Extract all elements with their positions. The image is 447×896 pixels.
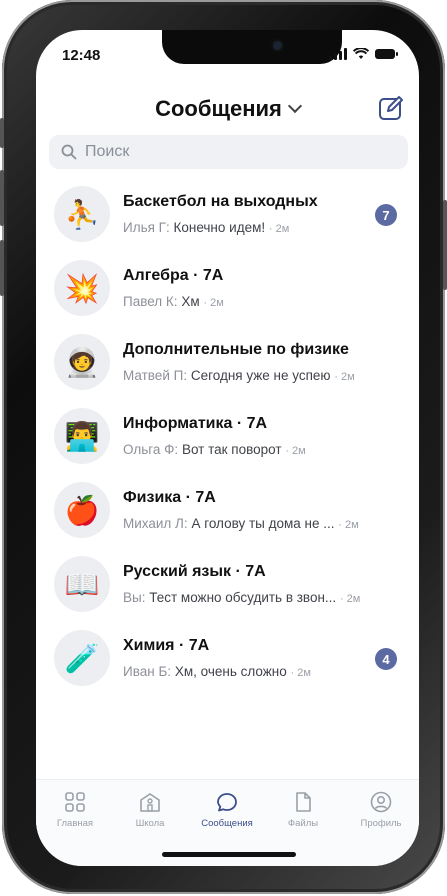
front-camera <box>273 41 282 50</box>
tab-label: Школа <box>135 818 165 829</box>
chat-author: Илья Г: <box>123 220 170 235</box>
explosion-icon: 💥 <box>54 260 110 316</box>
search-bar[interactable] <box>49 135 408 169</box>
volume-down-button <box>0 240 4 296</box>
tab-profile[interactable]: Профиль <box>346 790 416 829</box>
tab-school[interactable]: Школа <box>115 790 185 829</box>
search-icon <box>61 144 77 160</box>
page-title-dropdown[interactable]: Сообщения <box>36 96 419 122</box>
tab-label: Сообщения <box>201 818 253 829</box>
tab-label: Главная <box>56 818 94 829</box>
volume-up-button <box>0 170 4 226</box>
header: Сообщения <box>36 88 419 132</box>
chat-row[interactable]: 🍎 Физика · 7А Михаил Л: А голову ты дома… <box>36 474 419 548</box>
wifi-icon <box>353 48 369 59</box>
chat-message: Хм, очень сложно <box>174 664 287 679</box>
chat-row[interactable]: 👨‍💻 Информатика · 7А Ольга Ф: Вот так по… <box>36 400 419 474</box>
astronaut-icon: 🧑‍🚀 <box>54 334 110 390</box>
home-indicator[interactable] <box>162 852 296 857</box>
chat-name: Русский язык · 7А <box>123 563 266 580</box>
chat-message: Тест можно обсудить в звон... <box>149 590 337 605</box>
chat-list: ⛹ Баскетбол на выходных Илья Г: Конечно … <box>36 178 419 696</box>
chat-time: · 2м <box>285 445 306 457</box>
chat-name: Информатика · 7А <box>123 415 268 432</box>
file-icon <box>296 792 311 812</box>
chat-time: · 2м <box>268 223 290 235</box>
profile-icon <box>370 791 392 813</box>
unread-badge: 7 <box>375 204 397 226</box>
grid-icon <box>65 792 85 812</box>
basketball-player-icon: ⛹ <box>54 186 110 242</box>
chat-preview: Вы: Тест можно обсудить в звон... · 2м <box>123 590 360 605</box>
school-icon <box>140 793 160 812</box>
chat-message: Хм <box>181 294 200 309</box>
tab-messages[interactable]: Сообщения <box>192 790 262 829</box>
chat-name: Баскетбол на выходных <box>123 193 318 210</box>
chat-author: Вы: <box>123 590 146 605</box>
chat-bubble-icon <box>217 793 237 812</box>
chat-author: Михаил Л: <box>123 516 188 531</box>
phone-frame: 12:48 Сообщения Поиск ⛹ Баскетбол на вых… <box>0 0 447 894</box>
chat-author: Павел К: <box>123 294 178 309</box>
compose-icon[interactable] <box>377 94 405 122</box>
chat-row[interactable]: 🧑‍🚀 Дополнительные по физике Матвей П: С… <box>36 326 419 400</box>
power-button <box>443 200 447 290</box>
chat-name: Физика · 7А <box>123 489 216 506</box>
chevron-down-icon <box>287 98 302 114</box>
chat-name: Химия · 7А <box>123 637 210 654</box>
chat-preview: Павел К: Хм · 2м <box>123 294 224 309</box>
battery-icon <box>375 49 398 59</box>
mute-switch <box>0 118 4 148</box>
page-title: Сообщения <box>155 96 282 121</box>
chat-message: Вот так поворот <box>181 442 282 457</box>
screen: 12:48 Сообщения Поиск ⛹ Баскетбол на вых… <box>36 30 419 866</box>
tab-home[interactable]: Главная <box>40 790 110 829</box>
chat-message: Сегодня уже не успею <box>190 368 331 383</box>
signal-icon <box>329 48 347 60</box>
chat-preview: Ольга Ф: Вот так поворот · 2м <box>123 442 306 457</box>
chat-preview: Илья Г: Конечно идем! · 2м <box>123 220 289 235</box>
chat-message: А голову ты дома не ... <box>191 516 335 531</box>
chat-time: · 2м <box>338 519 359 531</box>
chat-row[interactable]: 💥 Алгебра · 7А Павел К: Хм · 2м <box>36 252 419 326</box>
chat-preview: Иван Б: Хм, очень сложно · 2м <box>123 664 311 679</box>
chat-preview: Михаил Л: А голову ты дома не ... · 2м <box>123 516 359 531</box>
chat-row[interactable]: 📖 Русский язык · 7А Вы: Тест можно обсуд… <box>36 548 419 622</box>
test-tube-icon: 🧪 <box>54 630 110 686</box>
chat-time: · 2м <box>203 297 224 309</box>
technologist-icon: 👨‍💻 <box>54 408 110 464</box>
unread-badge: 4 <box>375 648 397 670</box>
chat-row[interactable]: 🧪 Химия · 7А Иван Б: Хм, очень сложно · … <box>36 622 419 696</box>
tab-label: Профиль <box>360 818 402 829</box>
tab-label: Файлы <box>287 818 319 829</box>
chat-author: Ольга Ф: <box>123 442 179 457</box>
chat-time: · 2м <box>339 593 361 605</box>
chat-name: Дополнительные по физике <box>123 341 349 358</box>
chat-preview: Матвей П: Сегодня уже не успею · 2м <box>123 368 355 383</box>
chat-author: Иван Б: <box>123 664 172 679</box>
chat-row[interactable]: ⛹ Баскетбол на выходных Илья Г: Конечно … <box>36 178 419 252</box>
search-input[interactable] <box>83 142 387 162</box>
chat-time: · 2м <box>334 371 355 383</box>
open-book-icon: 📖 <box>54 556 110 612</box>
chat-author: Матвей П: <box>123 368 188 383</box>
status-time: 12:48 <box>62 47 101 64</box>
apple-icon: 🍎 <box>54 482 110 538</box>
chat-message: Конечно идем! <box>173 220 266 235</box>
status-icons <box>329 48 398 60</box>
tab-files[interactable]: Файлы <box>268 790 338 829</box>
chat-time: · 2м <box>290 667 311 679</box>
chat-name: Алгебра · 7А <box>123 267 224 284</box>
notch <box>162 30 342 64</box>
